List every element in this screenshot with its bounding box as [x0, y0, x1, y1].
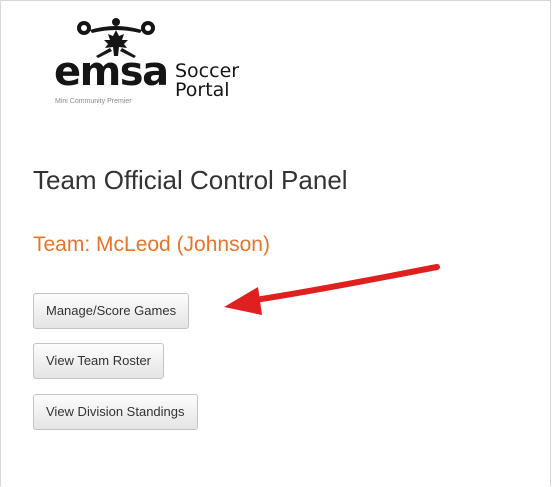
view-team-roster-button[interactable]: View Team Roster [33, 343, 165, 379]
manage-score-games-button[interactable]: Manage/Score Games [33, 293, 190, 329]
logo-product-line-2: Portal [175, 79, 230, 101]
logo-brand-text: emsa [54, 49, 169, 95]
logo-tagline: Mini Community Premier [55, 98, 132, 105]
view-division-standings-button[interactable]: View Division Standings [33, 394, 198, 430]
team-label: Team: McLeod (Johnson) [33, 233, 270, 256]
page-title: Team Official Control Panel [33, 165, 348, 195]
emsa-logo[interactable]: emsa Mini Community Premier Soccer Porta… [54, 18, 254, 114]
